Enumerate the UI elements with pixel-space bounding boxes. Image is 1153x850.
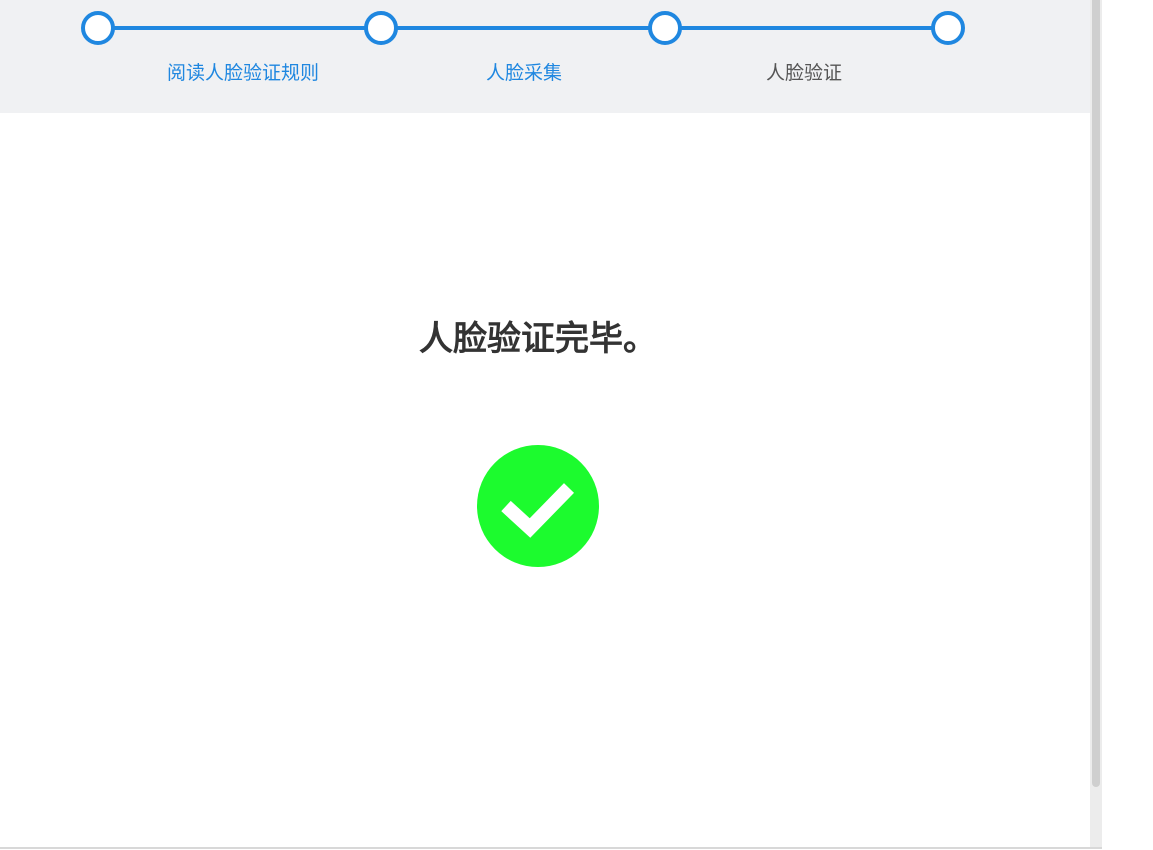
- content-frame: 阅读人脸验证规则 人脸采集 人脸验证 人脸验证完毕。: [0, 0, 1102, 849]
- face-verification-page: 阅读人脸验证规则 人脸采集 人脸验证 人脸验证完毕。: [0, 0, 1153, 850]
- step-node-3: [648, 11, 682, 45]
- step-label-face-verify: 人脸验证: [765, 62, 843, 84]
- progress-steps: 阅读人脸验证规则 人脸采集 人脸验证: [0, 0, 1090, 113]
- vertical-scrollbar[interactable]: [1090, 0, 1102, 847]
- step-label-face-capture: 人脸采集: [485, 62, 563, 84]
- scrollbar-thumb[interactable]: [1092, 0, 1100, 787]
- step-node-4: [931, 11, 965, 45]
- step-node-2: [364, 11, 398, 45]
- step-node-1: [81, 11, 115, 45]
- step-label-read-rules: 阅读人脸验证规则: [166, 62, 320, 84]
- result-panel: 人脸验证完毕。: [0, 113, 1090, 847]
- result-title: 人脸验证完毕。: [419, 319, 657, 359]
- check-circle-icon: [477, 445, 599, 567]
- progress-track: [81, 11, 965, 45]
